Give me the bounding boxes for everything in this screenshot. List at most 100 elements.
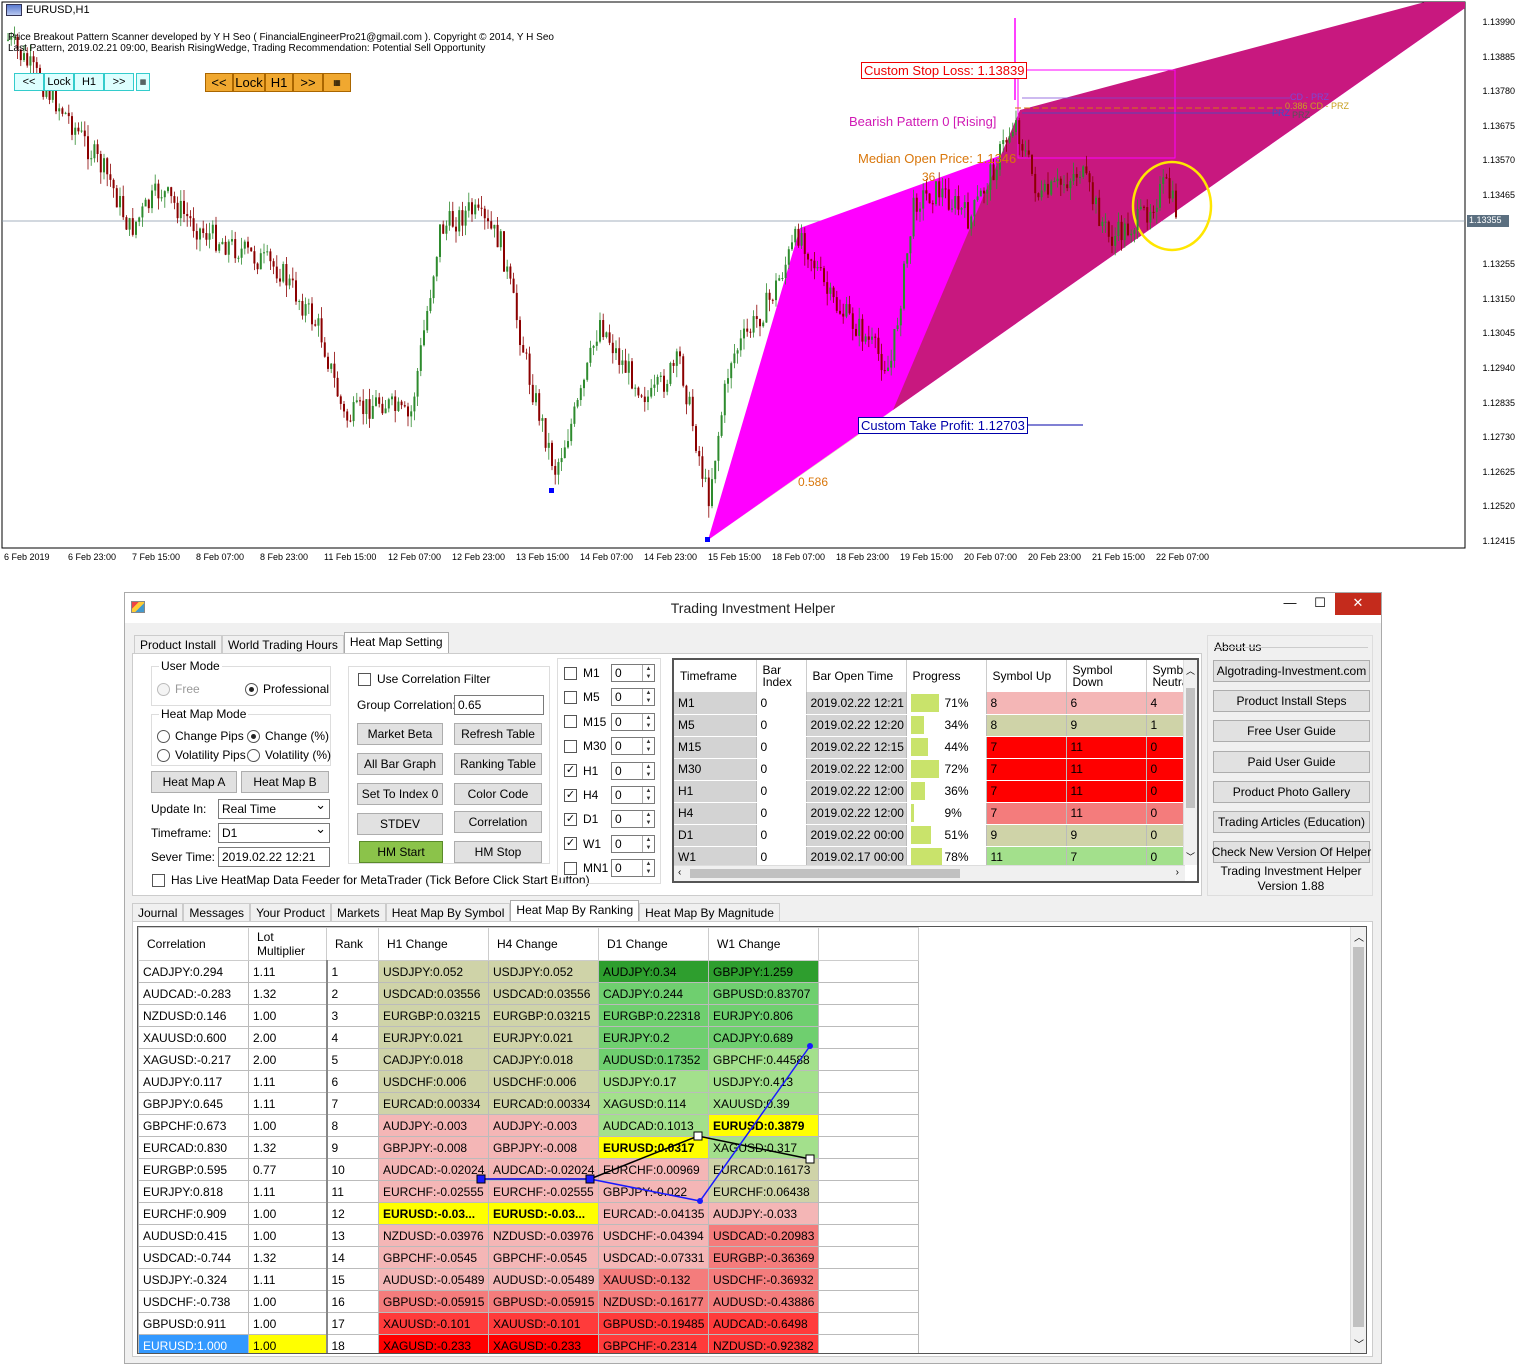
product-install-steps-button[interactable]: Product Install Steps bbox=[1213, 690, 1370, 713]
paid-user-guide-button[interactable]: Paid User Guide bbox=[1213, 750, 1370, 773]
status-row[interactable]: H4 0 2019.02.22 12:00 9% 7 11 0 bbox=[674, 802, 1185, 825]
nav2-timeframe-button[interactable]: H1 bbox=[265, 73, 293, 92]
ranking-scroll-thumb[interactable] bbox=[1353, 947, 1364, 1327]
status-row[interactable]: M30 0 2019.02.22 12:00 72% 7 11 0 bbox=[674, 758, 1185, 781]
tf-checkbox-d1[interactable]: ✓ D1 bbox=[564, 812, 598, 826]
tf-checkbox-m15[interactable]: M15 bbox=[564, 715, 606, 729]
ranking-col-header[interactable] bbox=[818, 927, 919, 961]
trading-articles-button[interactable]: Trading Articles (Education) bbox=[1213, 811, 1370, 833]
ranking-row[interactable]: XAGUSD:-0.217 2.00 5 CADJPY:0.018 CADJPY:0.0… bbox=[138, 1048, 919, 1071]
user-mode-professional-radio[interactable]: Professional bbox=[245, 682, 329, 696]
tf-checkbox-mn1[interactable]: MN1 bbox=[564, 861, 608, 875]
ranking-scroll-up-icon[interactable]: ︿ bbox=[1354, 929, 1364, 944]
tf-index-spinner[interactable]: 0 ▲ ▼ bbox=[611, 810, 655, 829]
tab-journal[interactable]: Journal bbox=[132, 903, 184, 921]
tf-index-spinner[interactable]: 0 ▲ ▼ bbox=[611, 859, 655, 878]
timeframe-select[interactable]: D1 bbox=[218, 821, 330, 843]
ranking-vscroll[interactable]: ︿ ﹀ bbox=[1350, 927, 1366, 1353]
live-feeder-checkbox[interactable]: Has Live HeatMap Data Feeder for MetaTra… bbox=[152, 873, 590, 887]
tf-index-spinner[interactable]: 0 ▲ ▼ bbox=[611, 737, 655, 756]
ranking-col-header[interactable]: Correlation bbox=[138, 927, 249, 961]
scroll-right-icon[interactable]: › bbox=[1176, 867, 1179, 878]
tf-checkbox-h1[interactable]: ✓ H1 bbox=[564, 764, 598, 778]
hm-start-button[interactable]: HM Start bbox=[359, 841, 443, 863]
ranking-row[interactable]: EURCAD:0.830 1.32 9 GBPJPY:-0.008 GBPJPY:-0.… bbox=[138, 1136, 919, 1159]
check-new-version-button[interactable]: Check New Version Of Helper bbox=[1212, 841, 1371, 864]
tf-index-spinner[interactable]: 0 ▲ ▼ bbox=[611, 761, 655, 780]
status-col-header[interactable]: Symbol Up bbox=[986, 660, 1067, 692]
nav2-prev-button[interactable]: << bbox=[205, 73, 233, 92]
ranking-row[interactable]: CADJPY:0.294 1.11 1 USDJPY:0.052 USDJPY:0.05… bbox=[138, 960, 919, 983]
maximize-button[interactable]: ☐ bbox=[1305, 593, 1335, 615]
correlation-button[interactable]: Correlation bbox=[454, 811, 542, 833]
ranking-row[interactable]: NZDUSD:0.146 1.00 3 EURGBP:0.03215 EURGBP:0.… bbox=[138, 1004, 919, 1027]
ranking-row[interactable]: GBPUSD:0.911 1.00 17 XAUUSD:-0.101 XAUUSD:-0… bbox=[138, 1312, 919, 1335]
refresh-table-button[interactable]: Refresh Table bbox=[454, 723, 542, 745]
tf-index-spinner[interactable]: 0 ▲ ▼ bbox=[611, 786, 655, 804]
status-col-header[interactable]: Bar Index bbox=[756, 660, 807, 692]
price-chart[interactable]: EURUSD,H1 Price Breakout Pattern Scanner… bbox=[0, 0, 1521, 570]
user-mode-free-radio[interactable]: Free bbox=[157, 682, 200, 696]
use-correlation-filter-checkbox[interactable]: Use Correlation Filter bbox=[358, 672, 490, 686]
ranking-col-header[interactable]: Lot Multiplier bbox=[248, 927, 327, 961]
tf-index-spinner[interactable]: 0 ▲ ▼ bbox=[611, 834, 655, 853]
tab-markets[interactable]: Markets bbox=[331, 903, 386, 921]
tab-world-trading-hours[interactable]: World Trading Hours bbox=[222, 635, 344, 653]
ranking-row[interactable]: AUDUSD:0.415 1.00 13 NZDUSD:-0.03976 NZDUSD:… bbox=[138, 1224, 919, 1247]
ranking-col-header[interactable]: Rank bbox=[326, 927, 379, 961]
tab-heat-map-by-magnitude[interactable]: Heat Map By Magnitude bbox=[639, 903, 780, 921]
group-correlation-field[interactable]: 0.65 bbox=[454, 695, 544, 715]
ranking-col-header[interactable]: H4 Change bbox=[488, 927, 599, 961]
nav2-settings-icon[interactable]: ▦ bbox=[323, 73, 351, 92]
tab-heat-map-setting[interactable]: Heat Map Setting bbox=[343, 632, 449, 653]
nav2-next-button[interactable]: >> bbox=[293, 73, 323, 92]
ranking-row[interactable]: EURGBP:0.595 0.77 10 AUDCAD:-0.02024 AUDCAD:… bbox=[138, 1158, 919, 1181]
status-row[interactable]: M5 0 2019.02.22 12:20 34% 8 9 1 bbox=[674, 714, 1185, 737]
nav-next-button[interactable]: >> bbox=[104, 73, 134, 91]
ranking-row[interactable]: EURUSD:1.000 1.00 18 XAGUSD:-0.233 XAGUSD:-0… bbox=[138, 1334, 919, 1353]
free-user-guide-button[interactable]: Free User Guide bbox=[1213, 720, 1370, 743]
volatility-pips-radio[interactable]: Volatility Pips bbox=[157, 748, 246, 762]
color-code-button[interactable]: Color Code bbox=[454, 783, 542, 805]
ranking-row[interactable]: AUDCAD:-0.283 1.32 2 USDCAD:0.03556 USDCAD:0… bbox=[138, 982, 919, 1005]
tf-index-spinner[interactable]: 0 ▲ ▼ bbox=[611, 664, 655, 682]
status-row[interactable]: M1 0 2019.02.22 12:21 71% 8 6 4 bbox=[674, 692, 1185, 715]
ranking-row[interactable]: USDJPY:-0.324 1.11 15 AUDUSD:-0.05489 AUDUSD… bbox=[138, 1268, 919, 1291]
status-table-vscroll[interactable]: ︿ ﹀ bbox=[1183, 660, 1197, 865]
ranking-row[interactable]: GBPCHF:0.673 1.00 8 AUDJPY:-0.003 AUDJPY:-0.… bbox=[138, 1114, 919, 1137]
ranking-row[interactable]: EURCHF:0.909 1.00 12 EURUSD:-0.03... EURUSD:… bbox=[138, 1202, 919, 1225]
ranking-row[interactable]: GBPJPY:0.645 1.11 7 EURCAD:0.00334 EURCAD:0.… bbox=[138, 1092, 919, 1115]
heat-map-a-button[interactable]: Heat Map A bbox=[151, 771, 237, 793]
volatility-pct-radio[interactable]: Volatility (%) bbox=[247, 748, 331, 762]
status-row[interactable]: M15 0 2019.02.22 12:15 44% 7 11 0 bbox=[674, 736, 1185, 759]
tf-checkbox-m1[interactable]: M1 bbox=[564, 666, 600, 680]
stop-loss-label[interactable]: Custom Stop Loss: 1.13839 bbox=[861, 62, 1028, 79]
heat-map-b-button[interactable]: Heat Map B bbox=[241, 771, 329, 793]
window-titlebar[interactable]: Trading Investment Helper — ☐ ✕ bbox=[125, 593, 1381, 623]
tab-your-product[interactable]: Your Product bbox=[250, 903, 331, 921]
algotrading-link-button[interactable]: Algotrading-Investment.com bbox=[1213, 660, 1370, 682]
change-pips-radio[interactable]: Change Pips bbox=[157, 729, 244, 743]
status-table-hscroll[interactable]: ‹ › bbox=[674, 865, 1185, 881]
status-col-header[interactable]: Bar Open Time bbox=[806, 660, 907, 692]
change-pct-radio[interactable]: Change (%) bbox=[247, 729, 329, 743]
nav-lock-button[interactable]: Lock bbox=[44, 73, 74, 91]
scroll-down-icon[interactable]: ﹀ bbox=[1186, 850, 1195, 863]
all-bar-graph-button[interactable]: All Bar Graph bbox=[357, 753, 443, 775]
ranking-table-button[interactable]: Ranking Table bbox=[454, 753, 542, 775]
scroll-left-icon[interactable]: ‹ bbox=[678, 867, 681, 878]
stdev-button[interactable]: STDEV bbox=[357, 813, 443, 835]
product-photo-gallery-button[interactable]: Product Photo Gallery bbox=[1213, 780, 1370, 803]
ranking-col-header[interactable]: D1 Change bbox=[598, 927, 709, 961]
tab-heat-map-by-ranking[interactable]: Heat Map By Ranking bbox=[510, 900, 640, 921]
tab-product-install[interactable]: Product Install bbox=[134, 635, 223, 653]
tf-index-spinner[interactable]: 0 ▲ ▼ bbox=[611, 688, 655, 707]
scroll-thumb[interactable] bbox=[1186, 688, 1195, 808]
nav-timeframe-button[interactable]: H1 bbox=[74, 73, 104, 91]
take-profit-label[interactable]: Custom Take Profit: 1.12703 bbox=[858, 417, 1028, 434]
minimize-button[interactable]: — bbox=[1275, 593, 1305, 615]
ranking-col-header[interactable]: H1 Change bbox=[378, 927, 489, 961]
ranking-col-header[interactable]: W1 Change bbox=[708, 927, 819, 961]
set-to-index-0-button[interactable]: Set To Index 0 bbox=[357, 783, 443, 805]
nav2-lock-button[interactable]: Lock bbox=[233, 73, 265, 92]
